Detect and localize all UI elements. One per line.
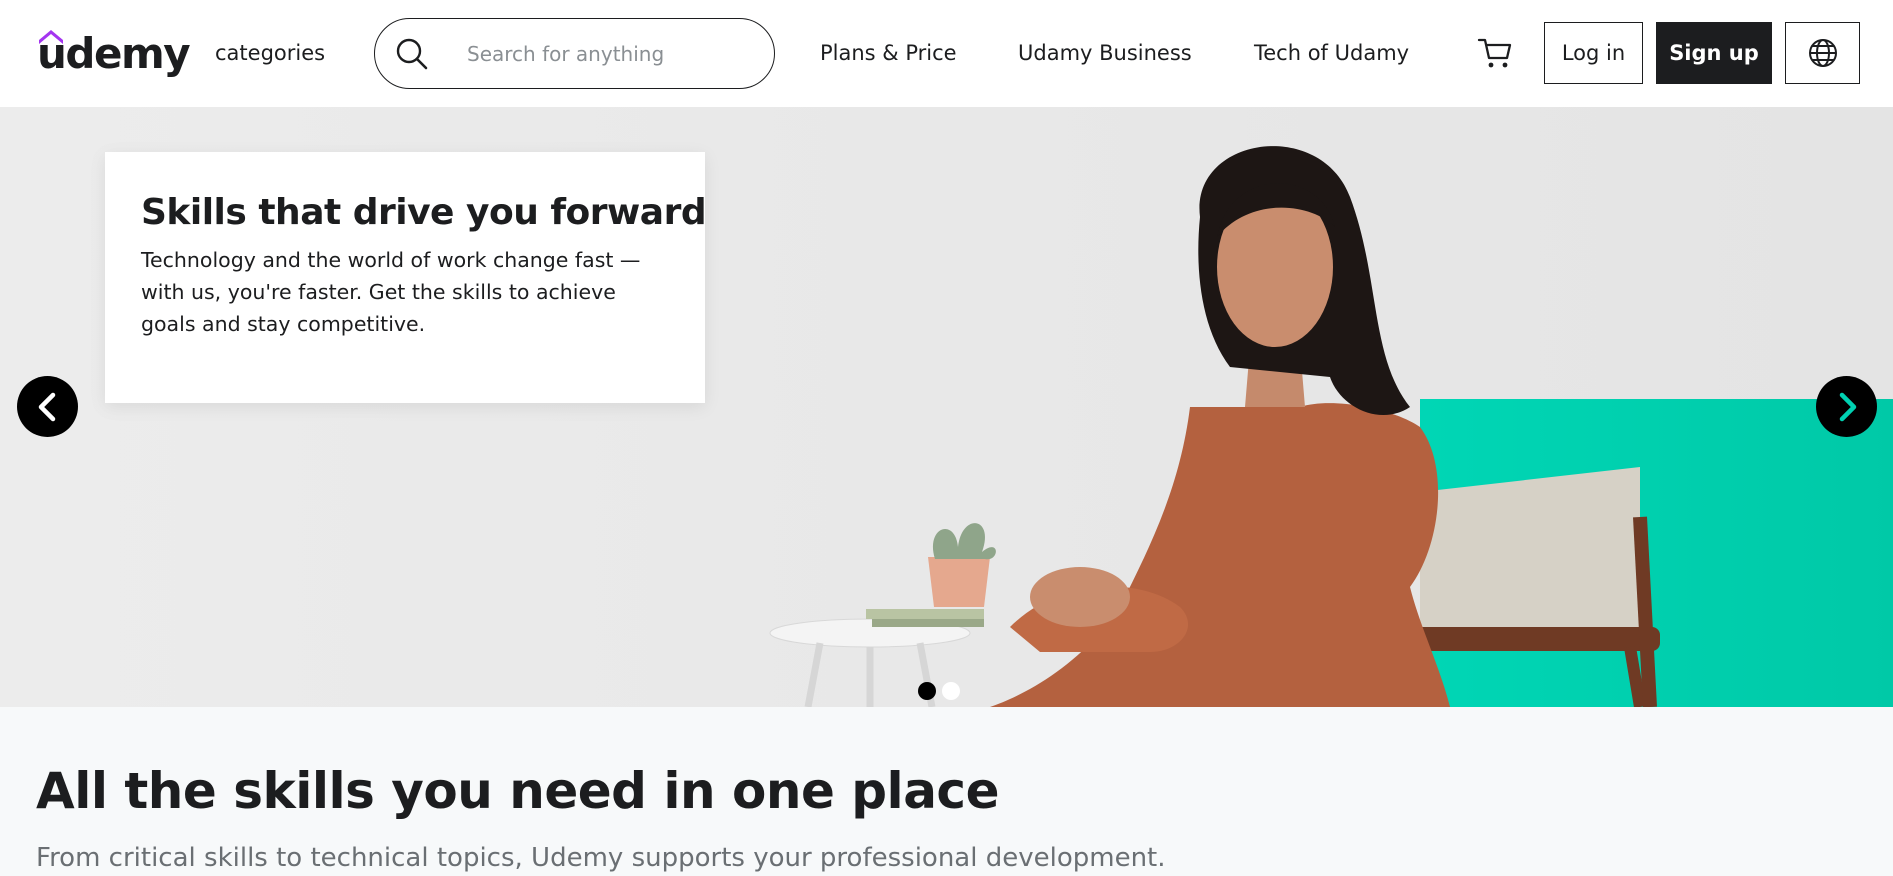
nav-tech-of-udamy[interactable]: Tech of Udamy <box>1254 38 1409 68</box>
search-icon[interactable] <box>395 37 429 71</box>
globe-icon <box>1808 39 1837 67</box>
nav-udamy-business[interactable]: Udamy Business <box>1018 38 1192 68</box>
chevron-right-icon <box>1839 392 1856 421</box>
top-header: udemy categories Plans & Price Udamy Bus… <box>0 0 1893 107</box>
nav-plans-price[interactable]: Plans & Price <box>820 38 957 68</box>
hero-title: Skills that drive you forward <box>141 192 707 233</box>
language-button[interactable] <box>1785 22 1860 84</box>
section-title: All the skills you need in one place <box>36 762 999 820</box>
signup-button[interactable]: Sign up <box>1656 22 1772 84</box>
carousel-dot-1[interactable] <box>918 682 936 700</box>
cart-icon[interactable] <box>1477 36 1513 70</box>
carousel-dot-2[interactable] <box>942 682 960 700</box>
carousel-prev-button[interactable] <box>17 376 78 437</box>
hero-card: Skills that drive you forward Technology… <box>105 152 707 403</box>
logo-hat-icon <box>39 30 63 44</box>
udemy-logo[interactable]: udemy <box>37 28 191 80</box>
search-bar[interactable] <box>374 18 775 89</box>
hero-description: Technology and the world of work change … <box>141 248 641 336</box>
login-button[interactable]: Log in <box>1544 22 1643 84</box>
nav-categories[interactable]: categories <box>215 38 325 68</box>
chevron-left-icon <box>38 392 55 421</box>
search-input[interactable] <box>467 38 757 70</box>
hero-banner: Skills that drive you forward Technology… <box>0 107 1893 707</box>
section-subtitle: From critical skills to technical topics… <box>36 843 1166 873</box>
carousel-next-button[interactable] <box>1816 376 1877 437</box>
